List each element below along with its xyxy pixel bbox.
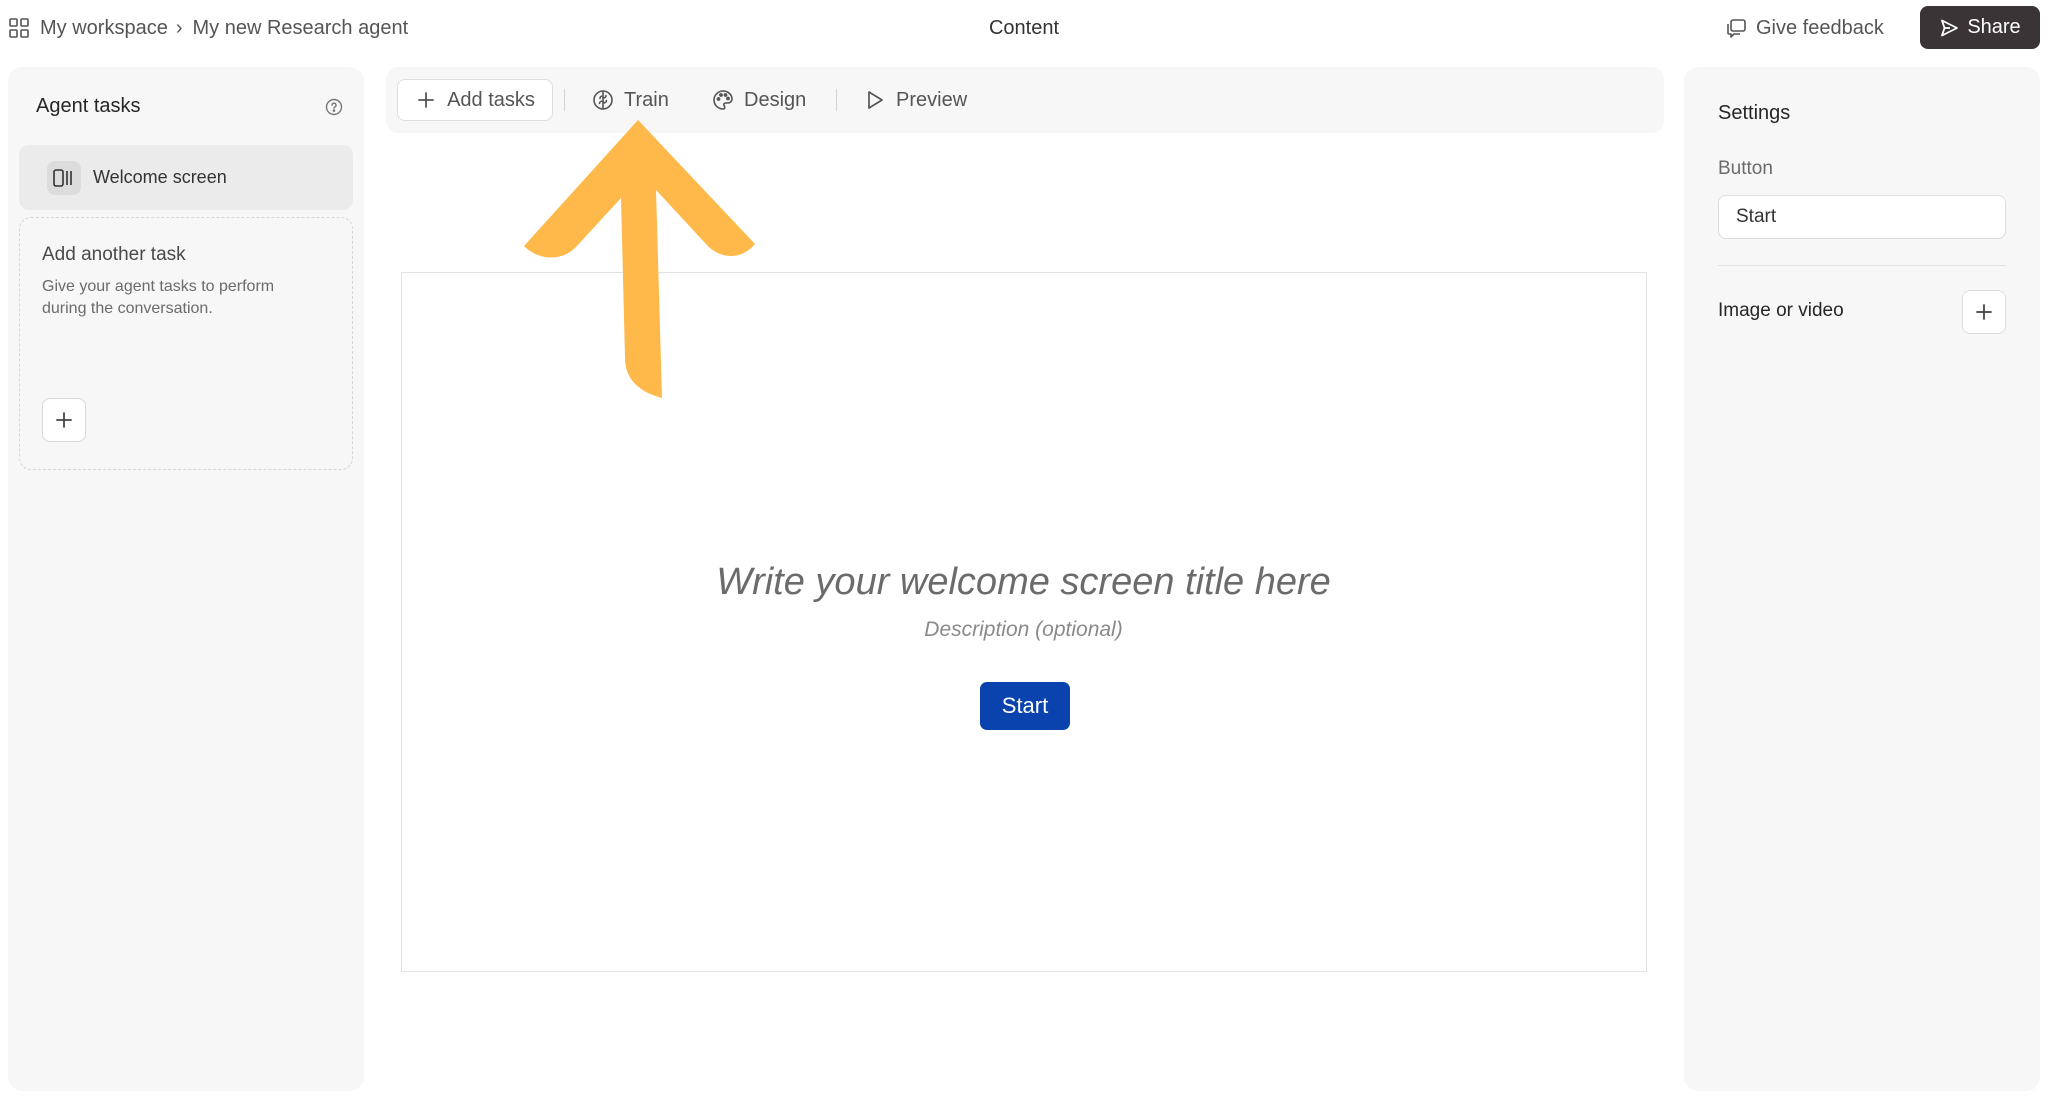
button-text-input[interactable]: [1718, 195, 2006, 239]
plus-icon: [1976, 304, 1992, 320]
palette-icon: [713, 90, 733, 110]
preview-label: Preview: [896, 88, 968, 111]
feedback-icon: [1727, 19, 1746, 38]
plus-icon: [418, 92, 434, 108]
tab-preview[interactable]: Preview: [864, 79, 967, 121]
feedback-label: Give feedback: [1756, 16, 1884, 39]
add-task-description: Give your agent tasks to perform during …: [42, 278, 275, 317]
send-icon: [1941, 19, 1959, 36]
start-button[interactable]: Start: [980, 682, 1070, 730]
breadcrumb: My workspace › My new Research agent: [8, 14, 408, 42]
sidebar-title: Agent tasks: [36, 95, 141, 117]
add-task-button[interactable]: [42, 398, 86, 442]
breadcrumb-agent[interactable]: My new Research agent: [192, 17, 408, 40]
breadcrumb-workspace[interactable]: My workspace: [40, 17, 168, 40]
help-icon[interactable]: [324, 97, 344, 117]
toolbar-divider: [836, 89, 837, 111]
settings-divider: [1718, 265, 2006, 266]
train-label: Train: [624, 88, 669, 111]
settings-panel: Settings Button Image or video: [1684, 67, 2040, 1091]
annotation-arrow-icon: [524, 120, 755, 398]
add-media-button[interactable]: [1962, 290, 2006, 334]
welcome-title-placeholder[interactable]: Write your welcome screen title here: [402, 561, 1645, 604]
share-label: Share: [1967, 16, 2021, 38]
play-icon: [868, 91, 883, 109]
welcome-screen-icon: [47, 160, 81, 195]
toolbar-divider: [564, 89, 565, 111]
grid-icon[interactable]: [8, 17, 30, 39]
button-field-label: Button: [1718, 158, 1773, 179]
sidebar-item-label: Welcome screen: [93, 167, 227, 187]
top-bar: My workspace › My new Research agent Con…: [0, 0, 2048, 56]
agent-tasks-sidebar: Agent tasks Welcome screen Add another t…: [8, 67, 364, 1091]
brain-icon: [593, 90, 613, 110]
design-label: Design: [744, 88, 807, 111]
settings-title: Settings: [1718, 102, 1791, 124]
page-title: Content: [988, 17, 1060, 39]
add-task-card: Add another task Give your agent tasks t…: [19, 217, 353, 470]
sidebar-header: Agent tasks: [36, 95, 344, 118]
breadcrumb-separator: ›: [175, 16, 183, 39]
share-button[interactable]: Share: [1920, 6, 2040, 49]
give-feedback-button[interactable]: Give feedback: [1724, 14, 1884, 42]
plus-icon: [56, 412, 72, 428]
image-or-video-label: Image or video: [1718, 300, 1844, 321]
add-tasks-label: Add tasks: [447, 88, 535, 111]
add-task-heading: Add another task: [42, 244, 186, 265]
sidebar-item-welcome-screen[interactable]: Welcome screen: [19, 145, 353, 210]
welcome-description-placeholder[interactable]: Description (optional): [402, 618, 1645, 642]
